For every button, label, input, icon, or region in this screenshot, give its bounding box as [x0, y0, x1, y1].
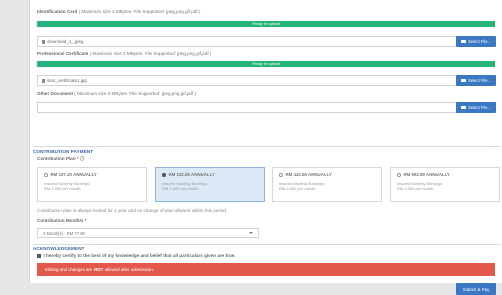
plan-option-442[interactable]: RM 442.80 ANNUALLY Insured Monthly Earni…: [272, 167, 382, 202]
folder-icon: [460, 78, 466, 83]
acknowledgement-statement[interactable]: I hereby certify to the best of my knowl…: [37, 253, 235, 258]
contribution-months-select[interactable]: 4 Month(s) - RM 77.60: [37, 228, 259, 238]
plan-price: RM 592.80 ANNUALLY: [403, 172, 450, 177]
other-document-select-button[interactable]: Select File...: [456, 102, 496, 113]
plan-description: Insured Monthly Earnings RM 1,550 per mon…: [162, 181, 208, 191]
file-icon: [42, 78, 45, 83]
status-text: Ready for upload: [252, 62, 280, 66]
professional-certificate-label: Professional Certificate ( Maximum size …: [37, 51, 212, 56]
folder-icon: [460, 105, 466, 110]
radio-icon[interactable]: [279, 173, 283, 177]
other-document-file-field[interactable]: [37, 102, 481, 113]
radio-icon[interactable]: [397, 173, 401, 177]
plan-price: RM 232.80 ANNUALLY: [168, 172, 215, 177]
contribution-plan-label: Contribution Plan * ⓘ: [37, 156, 85, 161]
professional-certificate-select-button[interactable]: Select File...: [456, 75, 496, 86]
plan-description: Insured Monthly Earnings RM 3,950 per mon…: [397, 181, 443, 191]
plan-description: Insured Monthly Earnings RM 1,050 per mon…: [44, 181, 90, 191]
section-divider: [33, 146, 501, 147]
folder-icon: [460, 39, 466, 44]
plan-lock-note: Contribution plan is always locked for 1…: [37, 208, 228, 213]
file-name: download_1_.jpeg: [47, 39, 84, 44]
identification-card-file-field[interactable]: download_1_.jpeg: [37, 36, 481, 47]
professional-certificate-status-bar: Ready for upload: [37, 61, 495, 67]
plan-description: Insured Monthly Earnings RM 2,950 per mon…: [279, 181, 325, 191]
status-text: Ready for upload: [252, 22, 280, 26]
file-icon: [42, 39, 45, 44]
section-divider: [33, 244, 501, 245]
plan-price: RM 442.80 ANNUALLY: [285, 172, 332, 177]
submit-and-pay-button[interactable]: Submit & Pay: [456, 283, 496, 295]
no-editing-alert: Editing and changes are NOT allowed afte…: [37, 263, 495, 276]
other-document-label: Other Document ( Maximum size 3 MBytes. …: [37, 91, 197, 96]
plan-option-592[interactable]: RM 592.80 ANNUALLY Insured Monthly Earni…: [390, 167, 500, 202]
plan-price: RM 157.20 ANNUALLY: [50, 172, 97, 177]
chevron-down-icon: [249, 232, 253, 234]
acknowledgement-title: ACKNOWLEDGEMENT: [33, 246, 85, 251]
contribution-months-label: Contribution Month/s *: [37, 218, 87, 223]
application-form-panel: Identification Card ( Maximum size 3 MBy…: [29, 0, 502, 295]
identification-card-label: Identification Card ( Maximum size 3 MBy…: [37, 9, 201, 14]
professional-certificate-file-field[interactable]: ssm_certificate1.jpg: [37, 75, 481, 86]
file-name: ssm_certificate1.jpg: [47, 78, 87, 83]
plan-option-232[interactable]: RM 232.80 ANNUALLY Insured Monthly Earni…: [155, 167, 265, 202]
selected-months: 4 Month(s) - RM 77.60: [43, 230, 85, 236]
radio-selected-icon[interactable]: [162, 173, 166, 177]
contribution-payment-title: CONTRIBUTION PAYMENT: [33, 149, 94, 154]
checkbox-checked-icon[interactable]: [37, 254, 41, 258]
radio-icon[interactable]: [44, 173, 48, 177]
plan-option-157[interactable]: RM 157.20 ANNUALLY Insured Monthly Earni…: [37, 167, 147, 202]
identification-card-select-button[interactable]: Select File...: [456, 36, 496, 47]
identification-card-status-bar: Ready for upload: [37, 21, 495, 27]
